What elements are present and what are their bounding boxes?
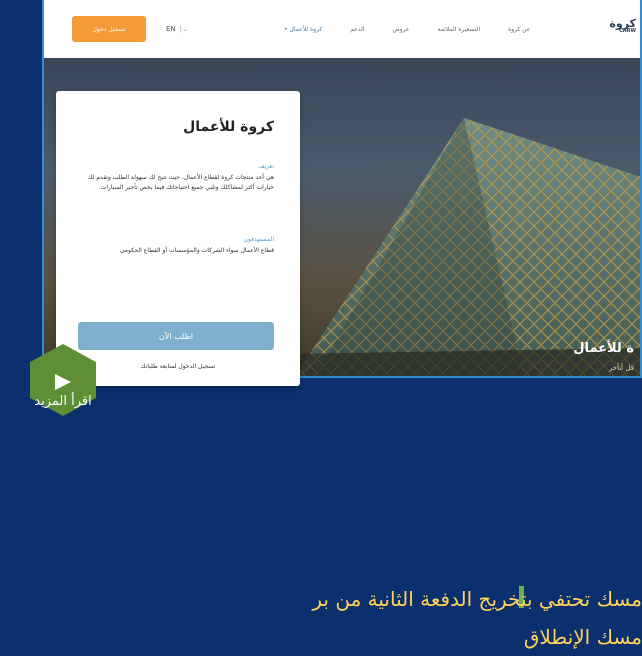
- nav-item-support[interactable]: الدعم: [350, 26, 364, 33]
- headline-line-2: مسك الإنطلاق: [523, 625, 642, 649]
- language-selector[interactable]: EN |⌄: [166, 25, 188, 33]
- nav-item-business[interactable]: • كروة للأعمال: [284, 26, 322, 33]
- chevron-down-icon: |⌄: [179, 25, 188, 33]
- headline-line-1: مسك تحتفي بتخريج الدفعة الثانية من بر: [312, 587, 642, 611]
- nav-item-business-label: كروة للأعمال: [289, 25, 323, 33]
- definition-label: تعريف: [258, 163, 274, 170]
- news-headline[interactable]: مسك تحتفي بتخريج الدفعة الثانية من بر مس…: [142, 580, 642, 656]
- language-label: EN: [166, 25, 176, 33]
- info-card: كروة للأعمال تعريف هي أحد منتجات كروة لق…: [56, 91, 300, 386]
- hero-subtitle: قل أتأخر: [608, 364, 634, 372]
- play-icon: [55, 374, 71, 390]
- nav-item-offers[interactable]: عروض: [392, 26, 409, 33]
- card-title: كروة للأعمال: [183, 119, 274, 135]
- nav-links: • كروة للأعمال الدعم عروض التسعيرة الملا…: [284, 0, 530, 58]
- read-more-label[interactable]: اقرأ المزيد: [30, 394, 96, 409]
- site-navbar: تسجيل دخول EN |⌄ • كروة للأعمال الدعم عر…: [44, 0, 640, 58]
- hero-title: ة للأعمال: [573, 341, 634, 356]
- site-logo[interactable]: كروة CARW: [609, 18, 636, 34]
- definition-text: هي أحد منتجات كروة لقطاع الأعمال، حيث تت…: [87, 174, 274, 191]
- target-users-label: المستهدفون: [243, 236, 274, 243]
- nav-item-about[interactable]: عن كروة: [508, 26, 530, 33]
- order-now-button[interactable]: اطلب الآن: [78, 322, 274, 350]
- target-users-text: قطاع الأعمال سواء الشركات والمؤسسات أو ا…: [119, 247, 274, 254]
- nav-item-pricing[interactable]: التسعيرة الملائمة: [437, 26, 480, 33]
- login-button[interactable]: تسجيل دخول: [72, 16, 146, 42]
